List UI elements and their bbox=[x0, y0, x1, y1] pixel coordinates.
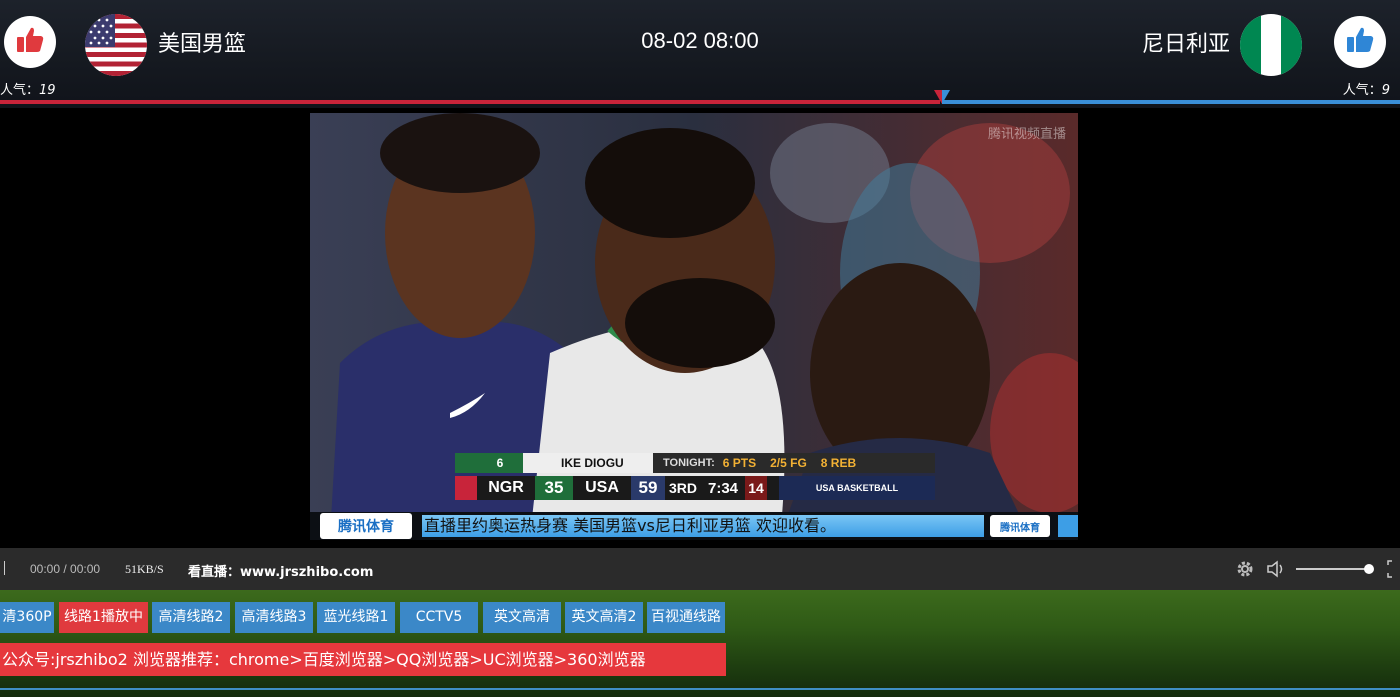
line-button-8[interactable]: 英文高清2 bbox=[565, 602, 643, 633]
ticker-text: 直播里约奥运热身赛 美国男篮vs尼日利亚男篮 欢迎收看。 bbox=[422, 515, 984, 537]
scoreboard-overlay: 6 IKE DIOGU TONIGHT: 6 PTS 2/5 FG 8 REB … bbox=[455, 453, 935, 501]
team2-score: 59 bbox=[631, 476, 665, 500]
ticker-end-block bbox=[1058, 515, 1078, 537]
team1-abbr: NGR bbox=[488, 479, 524, 496]
volume-icon[interactable] bbox=[1266, 559, 1286, 579]
line-button-3[interactable]: 高清线路2 bbox=[152, 602, 230, 633]
match-header: 美国男篮 08-02 08:00 尼日利亚 人气：19 人气：9 bbox=[0, 0, 1400, 108]
gear-icon[interactable] bbox=[1235, 559, 1255, 579]
away-popularity-bar bbox=[942, 100, 1400, 104]
like-away-button[interactable] bbox=[1334, 16, 1386, 68]
game-score-line: NGR 35 USA 59 3RD 7:34 14 USA BASKETBALL bbox=[455, 476, 935, 500]
tencent-sports-logo: 腾讯体育 bbox=[320, 513, 412, 539]
player-first-name: IKE bbox=[561, 456, 582, 470]
line-button-9[interactable]: 百视通线路 bbox=[647, 602, 725, 633]
line-selector-area: 清360P 线路1播放中 高清线路2 高清线路3 蓝光线路1 CCTV5 英文高… bbox=[0, 590, 1400, 697]
game-clock: 7:34 bbox=[707, 479, 739, 497]
tencent-sports-logo-small: 腾讯体育 bbox=[990, 515, 1050, 537]
bottom-divider bbox=[0, 688, 1400, 690]
popularity-count: 19 bbox=[39, 83, 56, 98]
player-fg: 2/5 FG bbox=[770, 456, 807, 470]
tencent-video-watermark: 腾讯视频直播 bbox=[987, 127, 1066, 142]
fullscreen-icon[interactable] bbox=[1386, 559, 1400, 579]
line-button-2[interactable]: 线路1播放中 bbox=[59, 602, 148, 633]
popularity-marker-icon bbox=[934, 89, 950, 104]
popularity-label: 人气： bbox=[0, 83, 40, 98]
shot-clock: 14 bbox=[745, 476, 767, 500]
line-button-4[interactable]: 高清线路3 bbox=[235, 602, 313, 633]
away-popularity: 人气：9 bbox=[1343, 79, 1390, 98]
thumbs-up-icon bbox=[1344, 24, 1376, 60]
play-button[interactable] bbox=[4, 561, 5, 575]
live-site-label[interactable]: 看直播：www.jrszhibo.com bbox=[188, 561, 373, 580]
network-logo-icon bbox=[455, 476, 477, 500]
team2-abbr: USA bbox=[585, 479, 619, 496]
popularity-label: 人气： bbox=[1342, 83, 1382, 98]
line-button-1[interactable]: 清360P bbox=[0, 602, 54, 633]
nigeria-flag-icon bbox=[1240, 14, 1302, 76]
popularity-count: 9 bbox=[1381, 83, 1390, 98]
player-pts: 6 PTS bbox=[722, 456, 757, 470]
player-reb: 8 REB bbox=[820, 456, 857, 470]
player-number: 6 bbox=[477, 453, 523, 473]
line-button-7[interactable]: 英文高清 bbox=[483, 602, 561, 633]
line-button-6[interactable]: CCTV5 bbox=[400, 602, 478, 633]
player-last-name: DIOGU bbox=[584, 456, 624, 470]
download-speed: 51KB/S bbox=[125, 562, 164, 576]
nigeria-logo-icon bbox=[455, 453, 477, 473]
usa-basketball-brand: USA BASKETBALL bbox=[779, 476, 935, 500]
video-area[interactable]: 腾讯视频直播 6 IKE DIOGU TONIGHT: 6 PTS 2/5 FG… bbox=[0, 108, 1400, 541]
tonight-label: TONIGHT: bbox=[663, 457, 715, 469]
video-frame[interactable]: 腾讯视频直播 6 IKE DIOGU TONIGHT: 6 PTS 2/5 FG… bbox=[310, 113, 1078, 537]
team1-score: 35 bbox=[535, 476, 573, 500]
notice-banner: 公众号:jrszhibo2 浏览器推荐：chrome>百度浏览器>QQ浏览器>U… bbox=[0, 643, 726, 676]
live-player-page: 美国男篮 08-02 08:00 尼日利亚 人气：19 人气：9 腾讯视频直播 … bbox=[0, 0, 1400, 697]
player-controls: 00:00 / 00:00 51KB/S 看直播：www.jrszhibo.co… bbox=[0, 548, 1400, 590]
away-team-name: 尼日利亚 bbox=[1141, 32, 1230, 57]
game-period: 3RD bbox=[668, 480, 697, 496]
player-name: IKE DIOGU bbox=[523, 453, 653, 473]
line-button-5[interactable]: 蓝光线路1 bbox=[317, 602, 395, 633]
news-ticker: 腾讯体育 直播里约奥运热身赛 美国男篮vs尼日利亚男篮 欢迎收看。 腾讯体育 bbox=[310, 512, 1078, 540]
home-popularity-bar bbox=[0, 100, 940, 104]
time-display: 00:00 / 00:00 bbox=[30, 562, 101, 576]
home-popularity: 人气：19 bbox=[0, 79, 56, 98]
volume-slider[interactable] bbox=[1296, 568, 1368, 570]
player-stat-line: 6 IKE DIOGU TONIGHT: 6 PTS 2/5 FG 8 REB bbox=[455, 453, 935, 473]
volume-knob[interactable] bbox=[1364, 564, 1374, 574]
